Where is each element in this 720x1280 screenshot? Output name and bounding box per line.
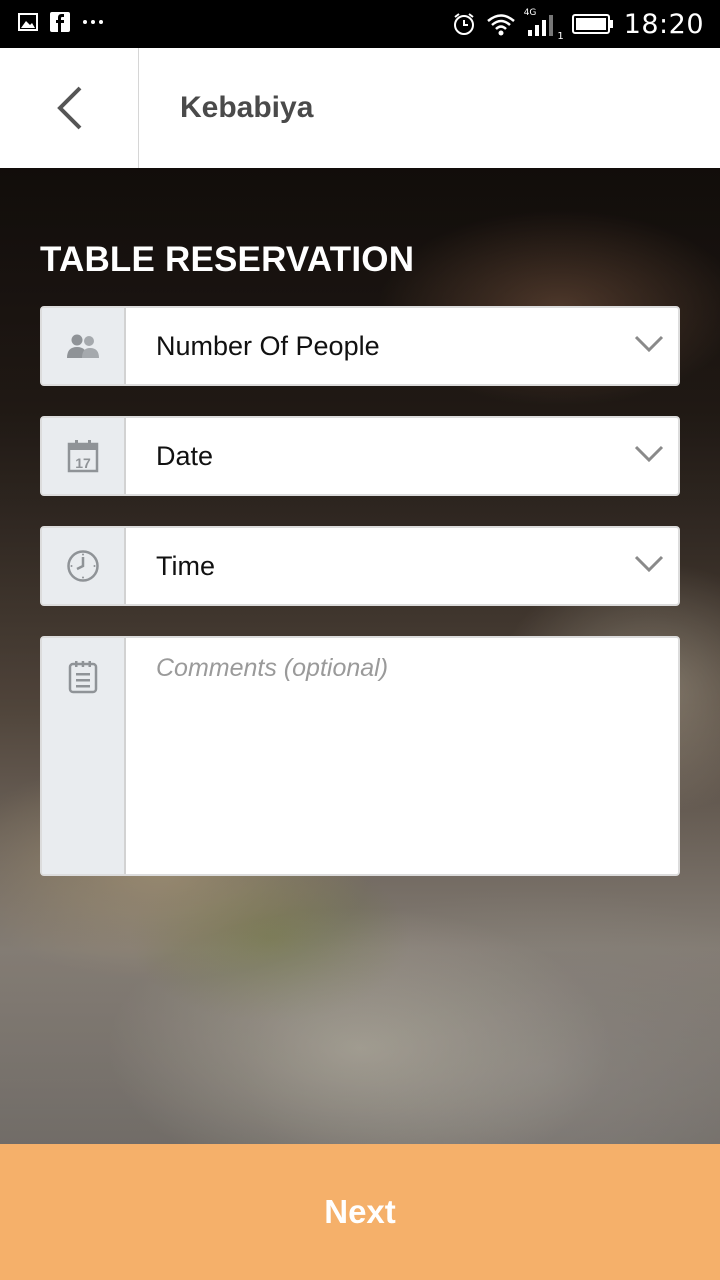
time-label: Time	[156, 551, 215, 581]
back-button[interactable]	[0, 48, 139, 168]
next-button[interactable]: Next	[0, 1144, 720, 1280]
chevron-left-icon	[57, 86, 82, 130]
facebook-icon	[50, 12, 70, 32]
calendar-day: 17	[75, 455, 91, 471]
number-of-people-select[interactable]: Number Of People	[40, 306, 680, 386]
chevron-down-icon	[634, 445, 664, 463]
icon-cell	[42, 638, 126, 874]
people-icon	[67, 334, 99, 358]
chevron-down-icon	[634, 335, 664, 353]
date-label: Date	[156, 441, 214, 471]
background-photo: TABLE RESERVATION Number Of People 17 Da…	[0, 168, 720, 1144]
signal-icon	[527, 15, 553, 36]
clock-time: 18:20	[623, 8, 704, 40]
chevron-down-icon	[634, 555, 664, 573]
number-of-people-label: Number Of People	[156, 331, 380, 361]
image-icon	[18, 13, 38, 31]
status-bar: 4G 1 18:20	[0, 0, 720, 48]
calendar-icon: 17	[67, 440, 99, 473]
icon-cell	[42, 308, 126, 384]
icon-cell: 17	[42, 418, 126, 494]
comments-box	[40, 636, 680, 876]
more-icon	[83, 20, 103, 24]
page-title: Kebabiya	[180, 91, 314, 124]
signal-indicator: 4G 1	[524, 8, 564, 42]
date-select[interactable]: 17 Date	[40, 416, 680, 496]
battery-icon	[571, 14, 613, 34]
section-title: TABLE RESERVATION	[40, 240, 415, 279]
time-select[interactable]: Time	[40, 526, 680, 606]
next-button-label: Next	[324, 1193, 396, 1230]
app-header: Kebabiya	[0, 48, 720, 168]
wifi-icon	[486, 14, 515, 36]
alarm-icon	[453, 13, 474, 35]
comments-input[interactable]	[128, 638, 678, 874]
clock-icon	[67, 550, 99, 582]
notepad-icon	[68, 661, 98, 694]
sim-slot: 1	[557, 31, 564, 42]
icon-cell	[42, 528, 126, 604]
